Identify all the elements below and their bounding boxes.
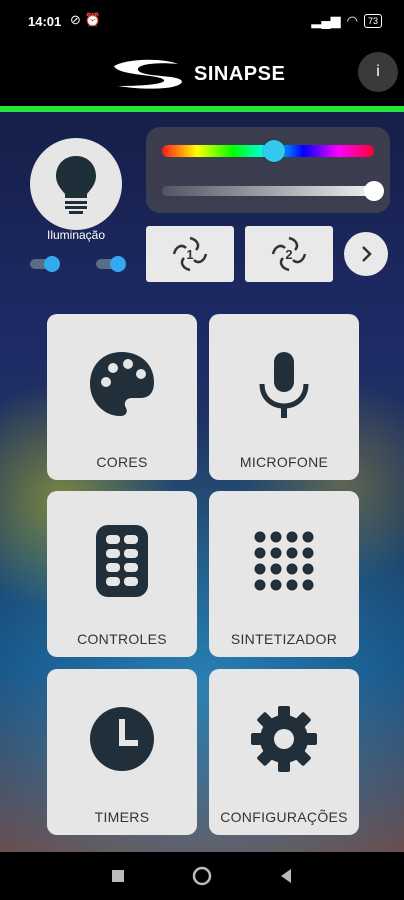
app-header: SINAPSE i <box>0 40 404 106</box>
svg-text:2: 2 <box>285 247 292 262</box>
tile-label: SINTETIZADOR <box>230 631 338 647</box>
scene-2-button[interactable]: 2 <box>245 226 333 282</box>
status-time: 14:01 <box>28 14 62 29</box>
tile-label: TIMERS <box>94 809 150 825</box>
circle-icon <box>192 866 212 886</box>
app-name: SINAPSE <box>194 62 286 85</box>
tile-label: CONTROLES <box>77 631 167 647</box>
tile-sintetizador[interactable]: SINTETIZADOR <box>209 491 359 657</box>
scene-2-icon: 2 <box>271 236 307 272</box>
next-scenes-button[interactable] <box>344 232 388 276</box>
microphone-icon <box>259 352 309 418</box>
lighting-toggle-1[interactable] <box>30 256 60 272</box>
tile-controles[interactable]: CONTROLES <box>47 491 197 657</box>
tile-label: CORES <box>96 454 148 470</box>
scene-1-button[interactable]: 1 <box>146 226 234 282</box>
wifi-icon: ◠ <box>346 13 358 28</box>
svg-text:1: 1 <box>186 247 193 262</box>
gear-icon <box>251 706 317 772</box>
signal-icon: ▂▄▆ <box>311 13 341 28</box>
scene-1-icon: 1 <box>172 236 208 272</box>
tile-cores[interactable]: CORES <box>47 314 197 480</box>
home-button[interactable] <box>182 852 222 900</box>
tile-configuracoes[interactable]: CONFIGURAÇÕES <box>209 669 359 835</box>
square-icon <box>112 870 124 882</box>
lighting-label: Iluminação <box>46 228 106 242</box>
tile-label: CONFIGURAÇÕES <box>220 809 348 825</box>
recent-apps-button[interactable] <box>98 852 138 900</box>
triangle-back-icon <box>281 869 291 883</box>
navigation-bar <box>0 852 404 900</box>
lighting-power-button[interactable] <box>30 138 122 230</box>
palette-icon <box>90 352 154 416</box>
toggle-knob <box>44 256 60 272</box>
toggle-knob <box>110 256 126 272</box>
brightness-slider-handle[interactable] <box>364 181 384 201</box>
clock-icon <box>90 707 154 771</box>
chevron-right-icon <box>362 246 372 262</box>
back-button[interactable] <box>266 852 306 900</box>
hue-slider-handle[interactable] <box>263 140 286 162</box>
sinapse-logo-icon <box>114 59 182 89</box>
light-bulb-icon <box>56 156 96 214</box>
tile-label: MICROFONE <box>239 454 329 470</box>
color-panel <box>146 127 390 213</box>
app-logo: SINAPSE <box>108 54 298 94</box>
tile-timers[interactable]: TIMERS <box>47 669 197 835</box>
status-right-icons: ▂▄▆ ◠ 73 <box>311 13 382 29</box>
info-button[interactable]: i <box>358 52 398 92</box>
remote-control-icon <box>96 525 148 597</box>
lighting-toggle-2[interactable] <box>96 256 126 272</box>
status-bar: 14:01 ⊘ ⏰ ▂▄▆ ◠ 73 <box>0 0 404 40</box>
brightness-slider-track[interactable] <box>162 186 374 196</box>
tile-microfone[interactable]: MICROFONE <box>209 314 359 480</box>
battery-icon: 73 <box>363 14 382 28</box>
dot-grid-icon <box>254 531 314 591</box>
status-notification-icons: ⊘ ⏰ <box>70 12 101 27</box>
